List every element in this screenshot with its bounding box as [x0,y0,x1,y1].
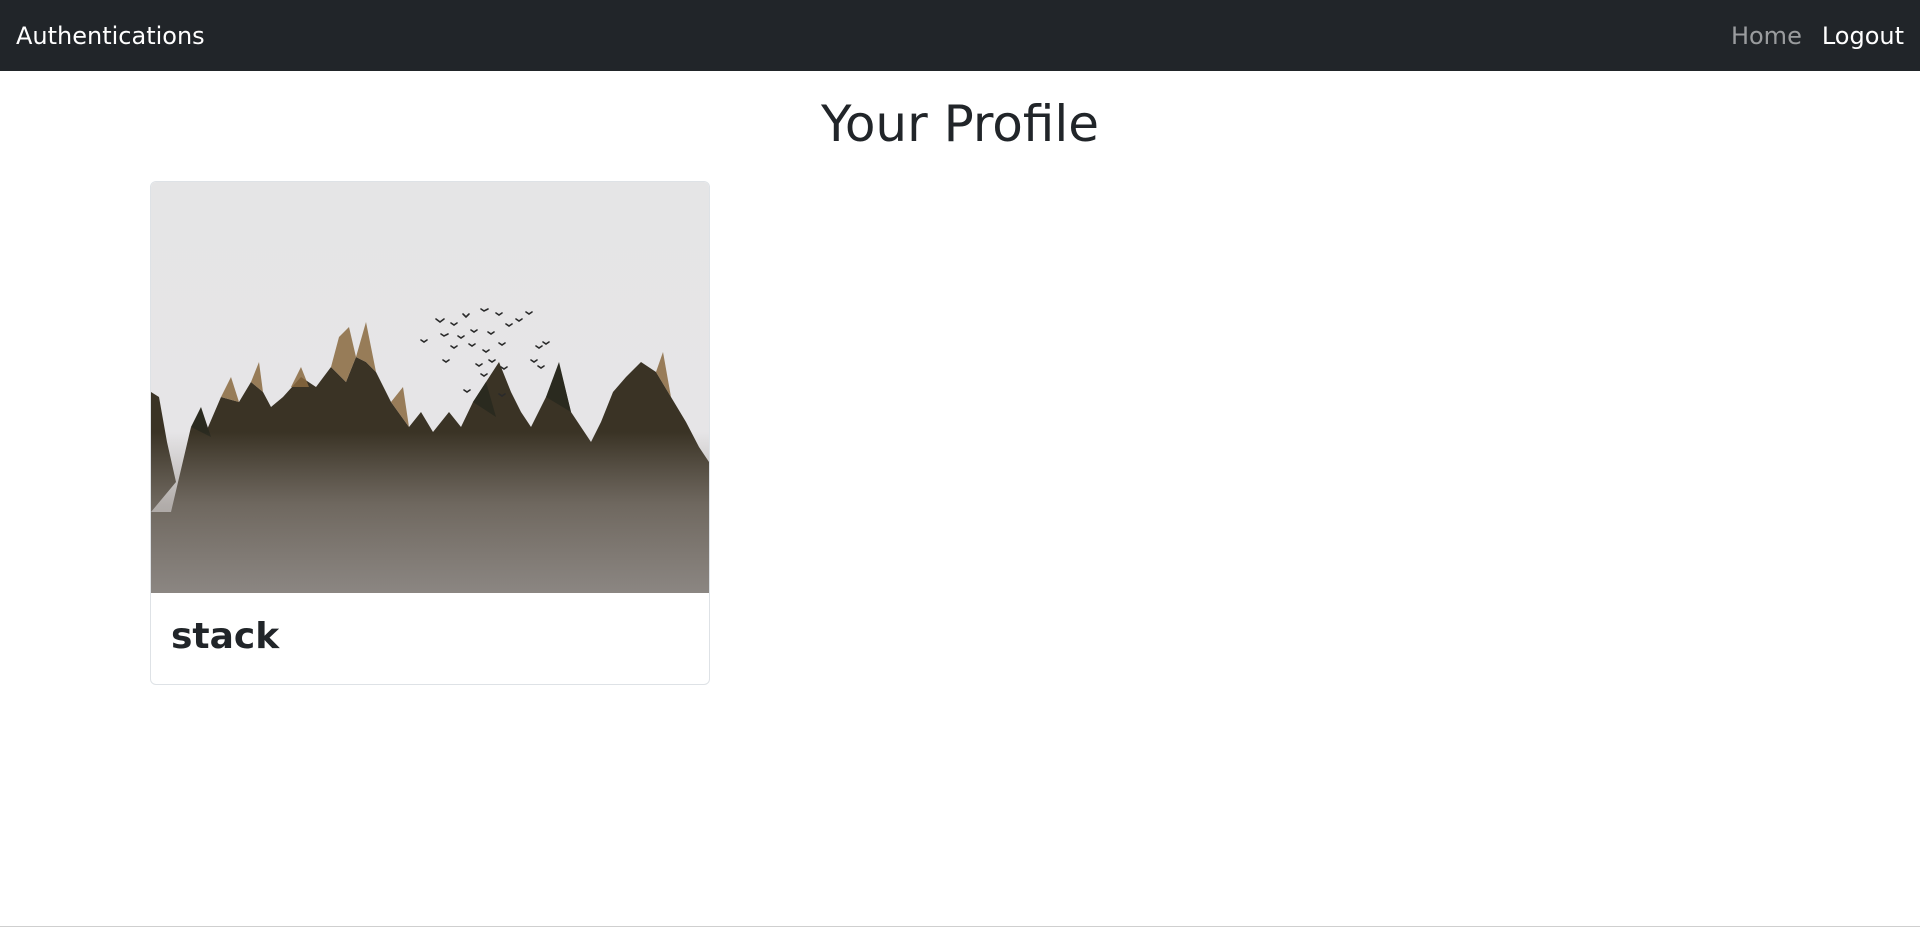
nav-links: Home Logout [1731,22,1904,50]
brand-link[interactable]: Authentications [16,22,205,50]
card-image-forest [151,182,709,593]
nav-logout-link[interactable]: Logout [1822,22,1904,50]
card-title: stack [171,616,280,657]
nav-home-link[interactable]: Home [1731,22,1802,50]
card-body: stack [151,593,709,681]
profile-card[interactable]: stack [150,181,710,685]
page-title: Your Profile [820,95,1100,153]
top-navbar: Authentications Home Logout [0,0,1920,71]
